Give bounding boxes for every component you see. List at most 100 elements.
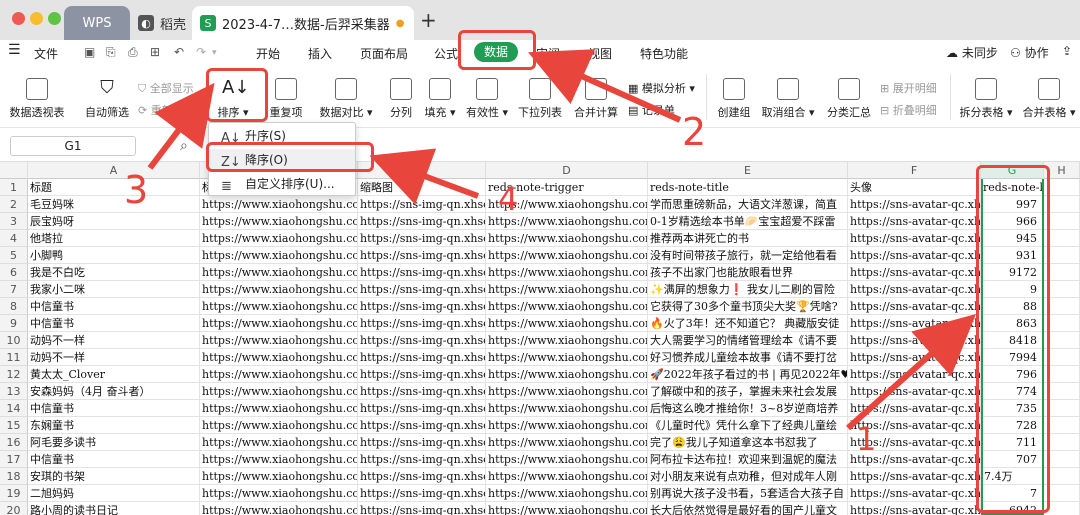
table-cell-d[interactable]: https://www.xiaohongshu.com/d (486, 383, 648, 400)
header-cell-e[interactable]: reds-note-title (648, 179, 848, 196)
row-header[interactable]: 10 (0, 332, 28, 349)
compare-button[interactable]: 数据对比 ▾ (318, 78, 374, 120)
table-cell-h[interactable] (1044, 417, 1080, 434)
table-cell-e[interactable]: 阿布拉卡达布拉！欢迎来到温妮的魔法 (648, 451, 848, 468)
row-header[interactable]: 19 (0, 485, 28, 502)
table-cell-h[interactable] (1044, 451, 1080, 468)
column-header-e[interactable]: E (648, 162, 848, 179)
table-cell-h[interactable] (1044, 366, 1080, 383)
menu-review[interactable]: 审阅 (536, 45, 560, 62)
table-cell-d[interactable]: https://www.xiaohongshu.com/d (486, 434, 648, 451)
row-header[interactable]: 13 (0, 383, 28, 400)
save-icon[interactable]: ▣ (84, 45, 95, 59)
table-cell-h[interactable] (1044, 434, 1080, 451)
table-cell-c[interactable]: https://sns-img-qn.xhscdn (358, 468, 486, 485)
table-cell-d[interactable]: https://www.xiaohongshu.com/d (486, 502, 648, 515)
table-cell-g[interactable]: 707 (981, 451, 1044, 468)
menu-data[interactable]: 数据 (474, 42, 518, 62)
table-cell-g[interactable]: 9 (981, 281, 1044, 298)
table-cell-c[interactable]: https://sns-img-qn.xhscdn (358, 434, 486, 451)
validity-button[interactable]: 有效性 ▾ (464, 78, 510, 120)
table-cell-d[interactable]: https://www.xiaohongshu.com/d (486, 298, 648, 315)
table-cell-a[interactable]: 动妈不一样 (28, 332, 200, 349)
row-header[interactable]: 8 (0, 298, 28, 315)
table-cell-d[interactable]: https://www.xiaohongshu.com/d (486, 468, 648, 485)
row-header[interactable]: 18 (0, 468, 28, 485)
table-cell-h[interactable] (1044, 247, 1080, 264)
table-cell-d[interactable]: https://www.xiaohongshu.com/d (486, 230, 648, 247)
split-table-button[interactable]: 拆分表格 ▾ (958, 78, 1014, 120)
table-cell-f[interactable]: https://sns-avatar-qc.xhsc (848, 485, 981, 502)
what-if-button[interactable]: ▦ 模拟分析 ▾ (628, 80, 695, 96)
table-cell-a[interactable]: 中信童书 (28, 298, 200, 315)
table-cell-h[interactable] (1044, 281, 1080, 298)
column-header-a[interactable]: A (28, 162, 200, 179)
close-window-button[interactable] (12, 12, 25, 25)
table-cell-f[interactable]: https://sns-avatar-qc.xhsc (848, 298, 981, 315)
table-cell-a[interactable]: 我家小二咪 (28, 281, 200, 298)
table-cell-b[interactable]: https://www.xiaohongshu.com/ (200, 366, 358, 383)
menu-special[interactable]: 特色功能 (640, 45, 688, 62)
table-cell-g[interactable]: 945 (981, 230, 1044, 247)
menu-view[interactable]: 视图 (588, 45, 612, 62)
fill-button[interactable]: 填充 ▾ (422, 78, 458, 120)
table-cell-g[interactable]: 6942 (981, 502, 1044, 515)
menu-insert[interactable]: 插入 (308, 45, 332, 62)
table-cell-d[interactable]: https://www.xiaohongshu.com/d (486, 315, 648, 332)
table-cell-a[interactable]: 中信童书 (28, 400, 200, 417)
consolidate-button[interactable]: 合并计算 (572, 78, 620, 120)
column-header-h[interactable]: H (1044, 162, 1080, 179)
redo-icon[interactable]: ↷ (196, 45, 206, 59)
table-cell-f[interactable]: https://sns-avatar-qc.xhsc (848, 366, 981, 383)
column-header-d[interactable]: D (486, 162, 648, 179)
sort-button[interactable]: A↓ 排序 ▾ (214, 78, 252, 120)
share-button[interactable]: ⇪ (1062, 44, 1072, 58)
tab-document[interactable]: S 2023-4-7…数据-后羿采集器 ● (192, 6, 414, 40)
table-cell-f[interactable]: https://sns-avatar-qc.xhsc (848, 383, 981, 400)
table-cell-e[interactable]: 🔥火了3年！还不知道它？ 典藏版安徒 (648, 315, 848, 332)
row-header[interactable]: 11 (0, 349, 28, 366)
table-cell-b[interactable]: https://www.xiaohongshu.com/ (200, 417, 358, 434)
row-header[interactable]: 20 (0, 502, 28, 515)
table-cell-h[interactable] (1044, 332, 1080, 349)
table-cell-h[interactable] (1044, 485, 1080, 502)
table-cell-b[interactable]: https://www.xiaohongshu.com/ (200, 315, 358, 332)
row-header[interactable]: 17 (0, 451, 28, 468)
merge-table-button[interactable]: 合并表格 ▾ (1020, 78, 1078, 120)
sort-ascending-item[interactable]: A↓ 升序(S) (209, 125, 355, 147)
table-cell-c[interactable]: https://sns-img-qn.xhscdn (358, 230, 486, 247)
pivot-table-button[interactable]: 数据透视表 (8, 78, 66, 120)
tab-daoke[interactable]: ◐ 稻壳 (132, 6, 190, 40)
table-cell-b[interactable]: https://www.xiaohongshu.com/ (200, 383, 358, 400)
table-cell-g[interactable]: 997 (981, 196, 1044, 213)
table-cell-a[interactable]: 二旭妈妈 (28, 485, 200, 502)
table-cell-h[interactable] (1044, 196, 1080, 213)
header-cell-f[interactable]: 头像 (848, 179, 981, 196)
header-cell-g[interactable]: reds-note-like-text (981, 179, 1044, 196)
table-cell-b[interactable]: https://www.xiaohongshu.com/ (200, 451, 358, 468)
table-cell-c[interactable]: https://sns-img-qn.xhscdn (358, 485, 486, 502)
ungroup-button[interactable]: 取消组合 ▾ (760, 78, 816, 120)
column-header-g[interactable]: G (981, 162, 1044, 179)
table-cell-e[interactable]: 孩子不出家门也能放眼看世界 (648, 264, 848, 281)
row-header[interactable]: 5 (0, 247, 28, 264)
table-cell-d[interactable]: https://www.xiaohongshu.com/d (486, 349, 648, 366)
table-cell-b[interactable]: https://www.xiaohongshu.com/ (200, 400, 358, 417)
table-cell-a[interactable]: 中信童书 (28, 451, 200, 468)
table-cell-e[interactable]: 长大后依然觉得是最好看的国产儿童文 (648, 502, 848, 515)
export-icon[interactable]: ⎘ (106, 45, 116, 60)
table-cell-b[interactable]: https://www.xiaohongshu.com/ (200, 434, 358, 451)
table-cell-a[interactable]: 小脚鸭 (28, 247, 200, 264)
table-cell-a[interactable]: 安琪的书架 (28, 468, 200, 485)
table-cell-d[interactable]: https://www.xiaohongshu.com/d (486, 281, 648, 298)
sync-status[interactable]: ☁ 未同步 (946, 44, 998, 61)
table-cell-c[interactable]: https://sns-img-qn.xhscdn (358, 366, 486, 383)
table-cell-c[interactable]: https://sns-img-qn.xhscdn (358, 332, 486, 349)
table-cell-e[interactable]: 别再说大孩子没书看，5套适合大孩子自 (648, 485, 848, 502)
header-cell-c[interactable]: 缩略图 (358, 179, 486, 196)
table-cell-e[interactable]: ✨满屏的想象力❗ 我女儿二刷的冒险 (648, 281, 848, 298)
magnifier-icon[interactable]: ⌕ (180, 138, 188, 154)
table-cell-c[interactable]: https://sns-img-qn.xhscdn (358, 264, 486, 281)
table-cell-h[interactable] (1044, 383, 1080, 400)
hamburger-menu-icon[interactable]: ☰ (8, 42, 21, 58)
